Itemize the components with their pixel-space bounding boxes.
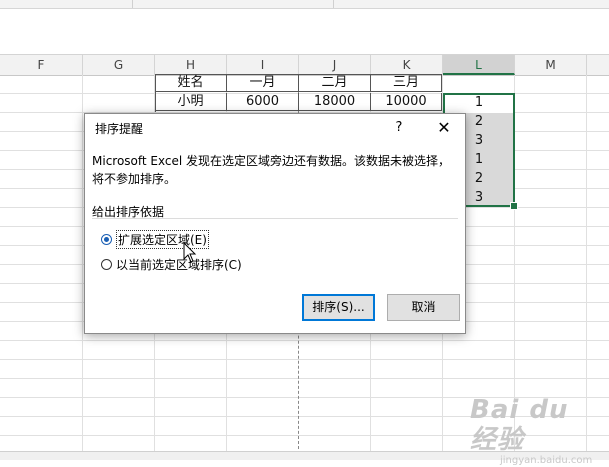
cell-l2[interactable]: 1 [443,93,515,112]
baidu-watermark-logo: Bai du 经验 jingyan.baidu.com [470,395,605,466]
group-divider [92,218,458,219]
cell-j2[interactable]: 18000 [299,93,371,111]
dialog-message: Microsoft Excel 发现在选定区域旁边还有数据。该数据未被选择，将不… [92,154,451,186]
formula-area [0,9,609,43]
cell-h2[interactable]: 小明 [155,93,227,111]
close-icon[interactable]: ✕ [433,118,455,138]
column-header-bar: F G H I J K L M [0,54,609,76]
radio-current-selection[interactable]: 以当前选定区域排序(C) [101,255,242,273]
column-header-l[interactable]: L [443,55,515,75]
cell-j1[interactable]: 二月 [299,74,371,92]
radio-selected-icon[interactable] [101,233,112,245]
cell-i1[interactable]: 一月 [227,74,299,92]
column-header-m[interactable]: M [515,55,587,75]
column-header-k[interactable]: K [371,55,443,75]
watermark-brand: Bai du 经验 [470,395,569,455]
column-header-f[interactable]: F [0,55,83,75]
dialog-title: 排序提醒 [95,122,144,136]
column-header-i[interactable]: I [227,55,299,75]
radio-current-label: 以当前选定区域排序(C) [116,257,242,272]
watermark-url: jingyan.baidu.com [500,455,593,466]
cell-i2[interactable]: 6000 [227,93,299,111]
mouse-pointer-icon [183,242,197,263]
help-icon[interactable]: ? [389,118,409,138]
column-header-g[interactable]: G [83,55,155,75]
column-header-h[interactable]: H [155,55,227,75]
cancel-button[interactable]: 取消 [387,294,460,321]
cell-h1[interactable]: 姓名 [155,74,227,92]
cell-k2[interactable]: 10000 [371,93,442,111]
radio-unselected-icon[interactable] [101,258,112,270]
cell-k1[interactable]: 三月 [371,74,442,92]
sort-button[interactable]: 排序(S)... [302,294,375,321]
ribbon-edge [0,0,609,9]
sort-warning-dialog: 排序提醒 ? ✕ Microsoft Excel 发现在选定区域旁边还有数据。该… [84,113,466,334]
column-header-j[interactable]: J [299,55,371,75]
